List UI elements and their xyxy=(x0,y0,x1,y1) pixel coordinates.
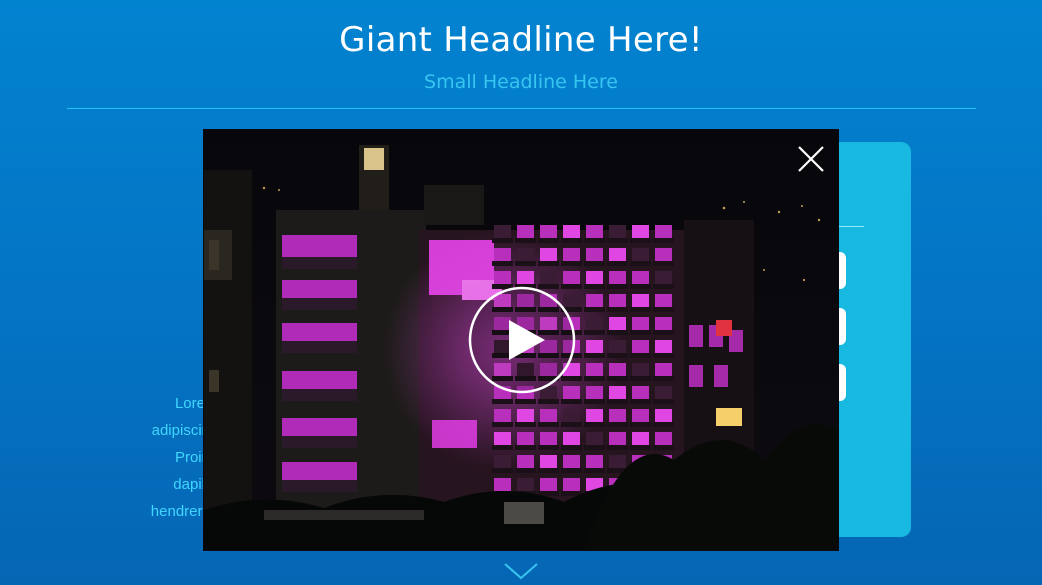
close-icon[interactable] xyxy=(794,142,828,176)
video-modal xyxy=(204,130,838,550)
small-headline: Small Headline Here xyxy=(424,71,618,93)
paragraph-line: Lorer xyxy=(174,395,210,412)
paragraph-line: adipiscin xyxy=(151,422,210,439)
background-paragraph: Lorer adipiscin Proin dapib hendrerit xyxy=(110,390,210,525)
paragraph-line: Proin xyxy=(174,449,210,466)
paragraph-line: hendrerit xyxy=(150,503,210,520)
chevron-down-icon[interactable] xyxy=(503,561,539,581)
giant-headline: Giant Headline Here! xyxy=(339,20,703,60)
paragraph-line: dapib xyxy=(173,476,210,493)
header-divider xyxy=(67,108,976,109)
play-icon[interactable] xyxy=(467,285,577,395)
